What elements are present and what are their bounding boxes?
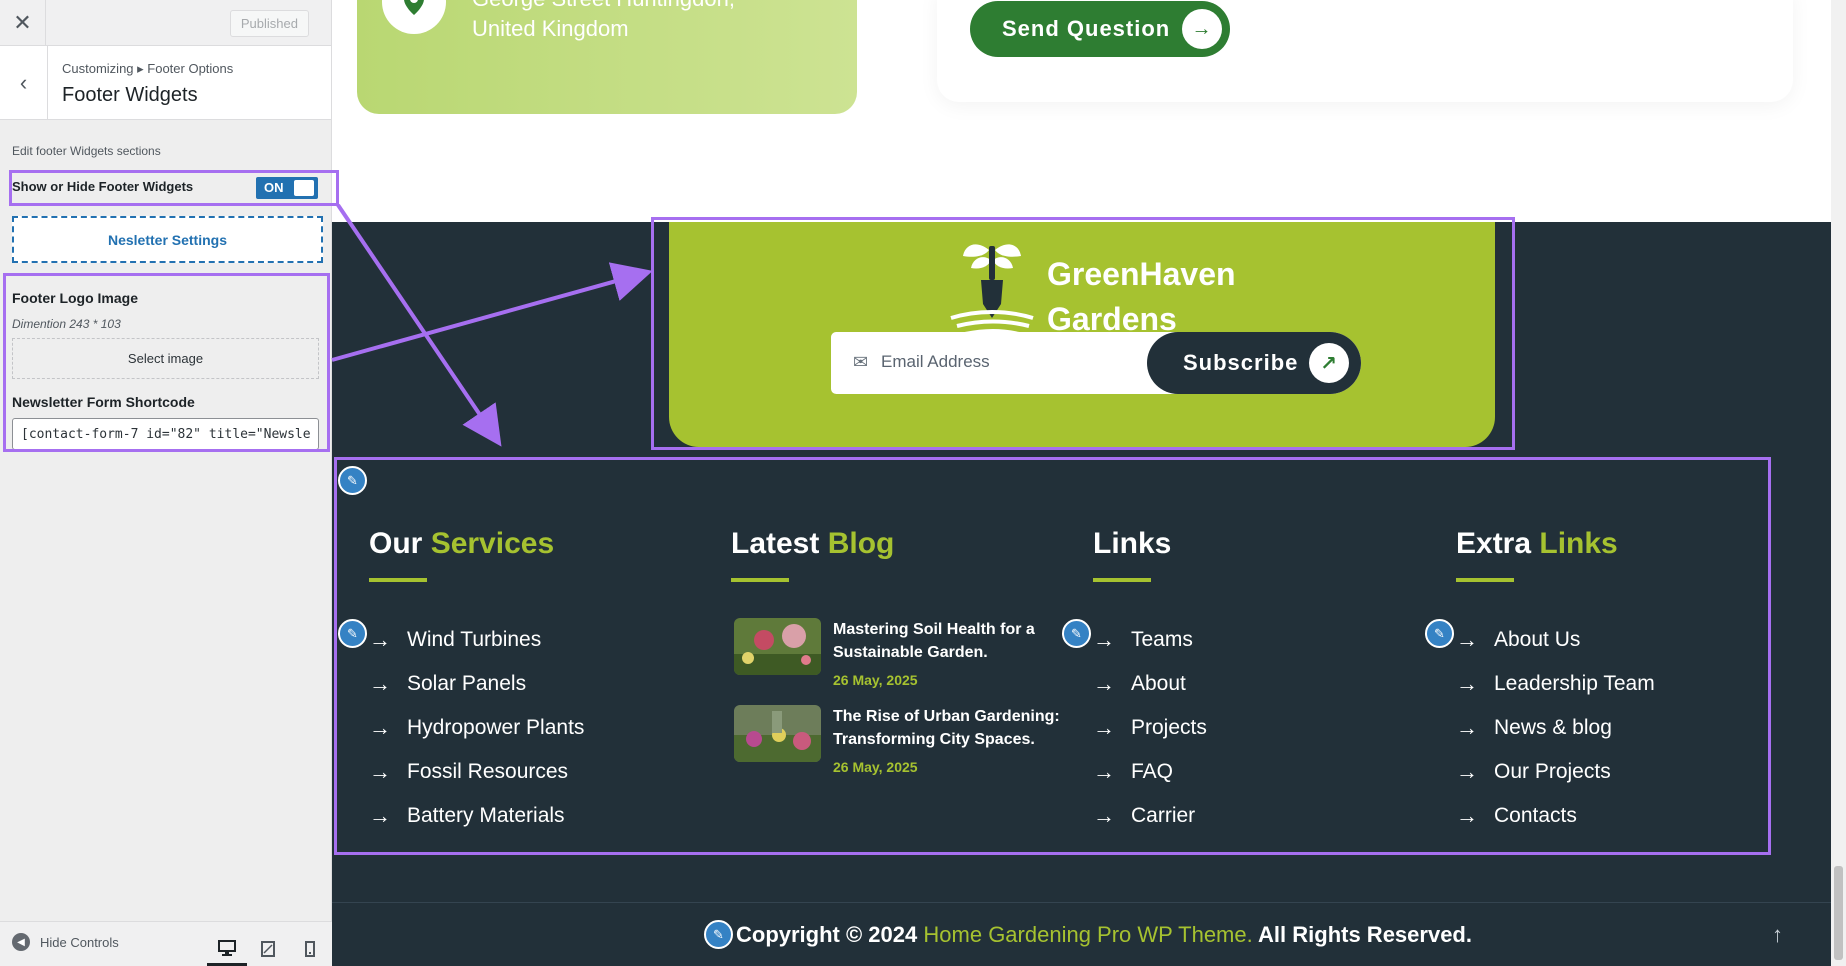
copyright-link[interactable]: Home Gardening Pro WP Theme.	[923, 922, 1252, 947]
back-icon[interactable]: ‹	[0, 46, 48, 120]
address-line-1: George Street Huntingdon,	[472, 0, 735, 14]
arrow-right-icon: →	[1182, 9, 1222, 49]
customizer-footer: ◀ Hide Controls	[0, 921, 332, 966]
section-description: Edit footer Widgets sections	[12, 144, 161, 158]
breadcrumb: Customizing ▸ Footer Options	[62, 61, 234, 76]
scrollbar-thumb[interactable]	[1834, 866, 1843, 960]
contact-section: George Street Huntingdon, United Kingdom…	[332, 0, 1831, 222]
annotation-box-newsletter	[651, 217, 1515, 450]
scroll-to-top-icon[interactable]: ↑	[1772, 922, 1783, 948]
footer-divider	[332, 902, 1831, 903]
section-title: Footer Widgets	[62, 84, 198, 106]
tablet-preview-icon[interactable]	[248, 932, 288, 966]
address-line-2: United Kingdom	[472, 16, 629, 41]
send-question-label: Send Question	[1002, 16, 1171, 41]
copyright-suffix: All Rights Reserved.	[1258, 922, 1472, 947]
arrow-left-circle-icon: ◀	[12, 933, 30, 951]
copyright-text: Copyright © 2024 Home Gardening Pro WP T…	[736, 922, 1536, 948]
customizer-sidebar: ✕ Published ‹ Customizing ▸ Footer Optio…	[0, 0, 332, 966]
customizer-header-bar: ✕ Published	[0, 0, 331, 46]
preview-scrollbar[interactable]	[1831, 0, 1846, 966]
hide-controls-label: Hide Controls	[40, 934, 119, 950]
send-question-button[interactable]: Send Question →	[970, 1, 1230, 57]
address-text: George Street Huntingdon, United Kingdom	[472, 0, 735, 44]
address-card: George Street Huntingdon, United Kingdom	[357, 0, 857, 114]
location-pin-icon	[382, 0, 446, 34]
edit-shortcut-icon[interactable]: ✎	[704, 920, 733, 949]
close-icon[interactable]: ✕	[0, 0, 46, 46]
section-header: ‹ Customizing ▸ Footer Options Footer Wi…	[0, 46, 331, 120]
mobile-preview-icon[interactable]	[290, 932, 330, 966]
published-button[interactable]: Published	[229, 10, 309, 37]
copyright-prefix: Copyright © 2024	[736, 922, 918, 947]
annotation-box-toggle	[9, 170, 339, 206]
hide-controls-button[interactable]: ◀ Hide Controls	[12, 933, 119, 951]
newsletter-settings-button[interactable]: Nesletter Settings	[12, 216, 323, 263]
annotation-box-widgets	[334, 457, 1771, 855]
desktop-preview-icon[interactable]	[207, 932, 247, 966]
annotation-box-logo-settings	[3, 273, 330, 452]
